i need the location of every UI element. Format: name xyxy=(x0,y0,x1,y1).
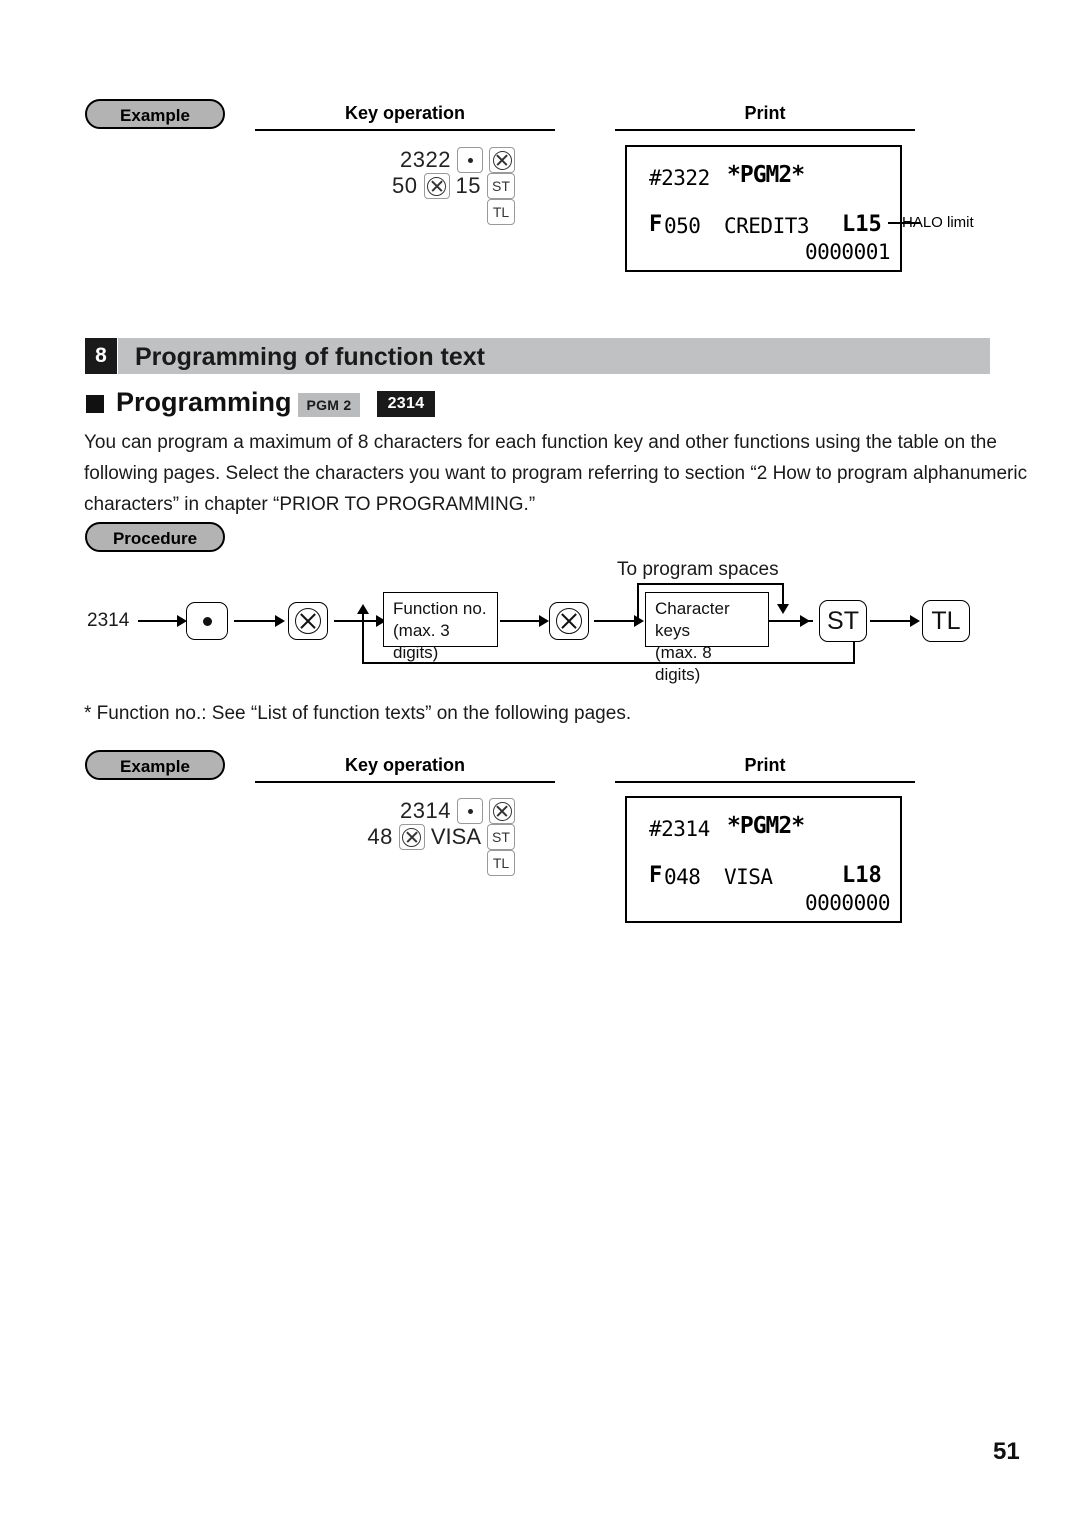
dot-icon xyxy=(467,157,473,163)
section-title: Programming of function text xyxy=(135,343,485,371)
flow-st-key-label: ST xyxy=(827,606,859,635)
body-paragraph: You can program a maximum of 8 character… xyxy=(84,432,1028,515)
receipt-line1-mode: *PGM2* xyxy=(727,162,805,188)
receipt-line2-text: VISA xyxy=(724,865,773,889)
receipt-line1-hash: #2314 xyxy=(649,817,710,841)
receipt-line2-number: 050 xyxy=(664,214,701,238)
receipt-line2-number: 048 xyxy=(664,865,701,889)
column-header-print-bottom: Print xyxy=(615,755,915,783)
tl-key[interactable]: TL xyxy=(487,850,515,876)
flow-loop-vertical xyxy=(362,613,364,664)
tl-key[interactable]: TL xyxy=(487,199,515,225)
section-number: 8 xyxy=(85,338,117,374)
flow-bypass-horizontal xyxy=(637,583,784,585)
key-operation-row-1-bottom: 2314 xyxy=(320,798,515,824)
st-key[interactable]: ST xyxy=(487,824,515,850)
print-receipt-bottom: #2314 *PGM2* F 048 VISA L18 0000000 xyxy=(625,796,902,923)
column-header-key-operation-bottom: Key operation xyxy=(255,755,555,783)
code-tag-2314: 2314 xyxy=(377,391,435,417)
multiply-icon xyxy=(492,801,512,821)
entry-number: 2314 xyxy=(400,798,451,823)
flow-tl-key[interactable]: TL xyxy=(922,600,970,642)
flow-box-character-keys: Character keys (max. 8 digits) xyxy=(645,592,769,684)
receipt-line3: 0000001 xyxy=(805,240,891,264)
print-receipt-top: #2322 *PGM2* F 050 CREDIT3 L15 0000001 xyxy=(625,145,902,272)
square-bullet-icon xyxy=(86,395,104,413)
key-operation-row-2-top: 50 15 ST xyxy=(320,173,515,199)
receipt-line2-f: F xyxy=(649,863,663,888)
page-number: 51 xyxy=(993,1438,1020,1465)
multiply-key[interactable] xyxy=(423,173,450,199)
multiply-icon xyxy=(492,150,512,170)
flow-multiply-key-1[interactable] xyxy=(288,602,328,640)
dot-icon xyxy=(467,808,473,814)
entry-number-b: 15 xyxy=(455,173,481,198)
halo-limit-label: HALO limit xyxy=(902,214,974,231)
entry-number-a: 48 xyxy=(367,824,393,849)
tl-key-label: TL xyxy=(492,204,510,220)
mode-tag-pgm2: PGM 2 xyxy=(298,393,360,417)
key-operation-row-1-top: 2322 xyxy=(320,147,515,173)
flow-tl-key-label: TL xyxy=(931,606,961,635)
manual-page: Example Key operation Print 2322 50 15 S… xyxy=(0,0,1080,1526)
flow-connector xyxy=(500,620,544,622)
flow-box-function-no: Function no. (max. 3 digits) xyxy=(383,592,498,662)
key-operation-row-2-bottom: 48 VISA ST xyxy=(320,824,515,850)
flow-multiply-key-2[interactable] xyxy=(549,602,589,640)
multiply-icon xyxy=(427,176,447,196)
multiply-icon xyxy=(295,608,321,634)
column-header-print-top: Print xyxy=(615,103,915,131)
multiply-key[interactable] xyxy=(489,798,515,824)
multiply-icon xyxy=(556,608,582,634)
example-badge-top: Example xyxy=(85,99,225,129)
entry-number: 2322 xyxy=(400,147,451,172)
key-operation-row-3-bottom: TL xyxy=(320,850,515,876)
column-header-key-operation-top: Key operation xyxy=(255,103,555,131)
flow-label-to-program-spaces: To program spaces xyxy=(617,559,779,580)
receipt-line2-f: F xyxy=(649,212,663,237)
st-key-label: ST xyxy=(492,178,510,194)
flow-bypass-left-vertical xyxy=(637,583,639,621)
receipt-line3: 0000000 xyxy=(805,891,891,915)
dot-icon xyxy=(202,616,212,626)
flow-decimal-point-key[interactable] xyxy=(186,602,228,640)
key-operation-row-3-top: TL xyxy=(320,199,515,225)
flow-arrow xyxy=(539,615,549,627)
st-key[interactable]: ST xyxy=(487,173,515,199)
flow-arrow xyxy=(634,615,644,627)
flow-start-code: 2314 xyxy=(87,610,130,631)
receipt-line2-text: CREDIT3 xyxy=(724,214,810,238)
decimal-point-key[interactable] xyxy=(457,147,483,173)
multiply-key[interactable] xyxy=(398,824,425,850)
flow-box-character-keys-line2: (max. 8 digits) xyxy=(655,643,712,684)
receipt-line1-mode: *PGM2* xyxy=(727,813,805,839)
flow-connector xyxy=(234,620,280,622)
flow-arrow xyxy=(800,615,810,627)
receipt-line1-hash: #2322 xyxy=(649,166,710,190)
flow-arrow-bypass-down xyxy=(777,604,789,614)
flow-arrow xyxy=(275,615,285,627)
procedure-footnote: * Function no.: See “List of function te… xyxy=(84,703,632,724)
multiply-icon xyxy=(402,827,422,847)
subsection-title: Programming xyxy=(116,387,292,417)
entry-number-a: 50 xyxy=(392,173,418,198)
tl-key-label: TL xyxy=(492,855,510,871)
multiply-key[interactable] xyxy=(489,147,515,173)
st-key-label: ST xyxy=(492,829,510,845)
flow-box-character-keys-line1: Character keys xyxy=(655,599,730,640)
flow-arrow xyxy=(910,615,920,627)
flow-box-function-no-line2: (max. 3 digits) xyxy=(393,621,450,662)
flow-loop-horizontal xyxy=(362,662,855,664)
entry-text-visa: VISA xyxy=(430,824,481,849)
example-badge-bottom: Example xyxy=(85,750,225,780)
flow-st-key[interactable]: ST xyxy=(819,600,867,642)
decimal-point-key[interactable] xyxy=(457,798,483,824)
receipt-line2-halo: L15 xyxy=(842,212,882,237)
procedure-badge: Procedure xyxy=(85,522,225,552)
receipt-line2-halo: L18 xyxy=(842,863,882,888)
flow-box-function-no-line1: Function no. xyxy=(393,599,487,618)
